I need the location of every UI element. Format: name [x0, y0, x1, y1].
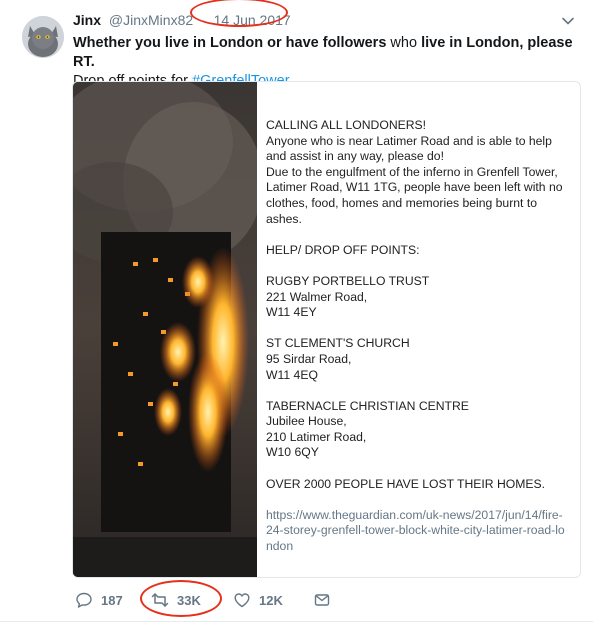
- tweet-text-part: Whether you live in London or have follo…: [73, 35, 387, 51]
- drop-point-line: W11 4EY: [266, 305, 317, 320]
- drop-point-line: TABERNACLE CHRISTIAN CENTRE: [266, 398, 469, 413]
- notice-line: Anyone who is near Latimer Road and is a…: [266, 133, 552, 164]
- user-handle[interactable]: @JinxMinx82: [109, 12, 193, 28]
- heart-icon: [234, 593, 250, 608]
- media-card[interactable]: CALLING ALL LONDONERS! Anyone who is nea…: [72, 81, 581, 578]
- like-button[interactable]: 12K: [233, 589, 283, 611]
- drop-point-line: ST CLEMENT'S CHURCH: [266, 336, 410, 351]
- separator-dot: ·: [201, 12, 206, 28]
- reply-button[interactable]: 187: [75, 589, 123, 611]
- reply-icon: [76, 592, 92, 608]
- retweet-annotation-circle: [140, 580, 222, 617]
- display-name[interactable]: Jinx: [73, 12, 101, 28]
- drop-point-line: RUGBY PORTBELLO TRUST: [266, 273, 430, 288]
- drop-point-line: W10 6QY: [266, 445, 319, 460]
- fire-photo[interactable]: [73, 82, 263, 577]
- notice-line: Due to the engulfment of the inferno in …: [266, 164, 563, 226]
- notice-text: CALLING ALL LONDONERS! Anyone who is nea…: [266, 118, 566, 570]
- envelope-icon: [314, 594, 330, 606]
- tweet-date[interactable]: 14 Jun 2017: [214, 12, 291, 28]
- reply-count: 187: [101, 592, 123, 608]
- tweet: Jinx @JinxMinx82 · 14 Jun 2017 Whether y…: [0, 0, 593, 622]
- tweet-header: Jinx @JinxMinx82 · 14 Jun 2017: [73, 12, 291, 32]
- notice-heading: CALLING ALL LONDONERS!: [266, 118, 427, 132]
- source-link: https://www.theguardian.com/uk-news/2017…: [266, 507, 565, 554]
- message-button[interactable]: [313, 589, 339, 611]
- homes-lost-line: OVER 2000 PEOPLE HAVE LOST THEIR HOMES.: [266, 476, 546, 491]
- like-count: 12K: [259, 592, 283, 608]
- drop-point-line: 221 Walmer Road,: [266, 289, 368, 304]
- chevron-down-icon[interactable]: [561, 14, 575, 28]
- drop-point-line: Jubilee House,: [266, 414, 347, 429]
- drop-point-line: W11 4EQ: [266, 367, 318, 382]
- tweet-text-part: who: [386, 35, 422, 51]
- drop-point-line: 95 Sirdar Road,: [266, 351, 352, 366]
- avatar[interactable]: [22, 16, 64, 58]
- help-heading: HELP/ DROP OFF POINTS:: [266, 242, 420, 257]
- drop-point-line: 210 Latimer Road,: [266, 429, 367, 444]
